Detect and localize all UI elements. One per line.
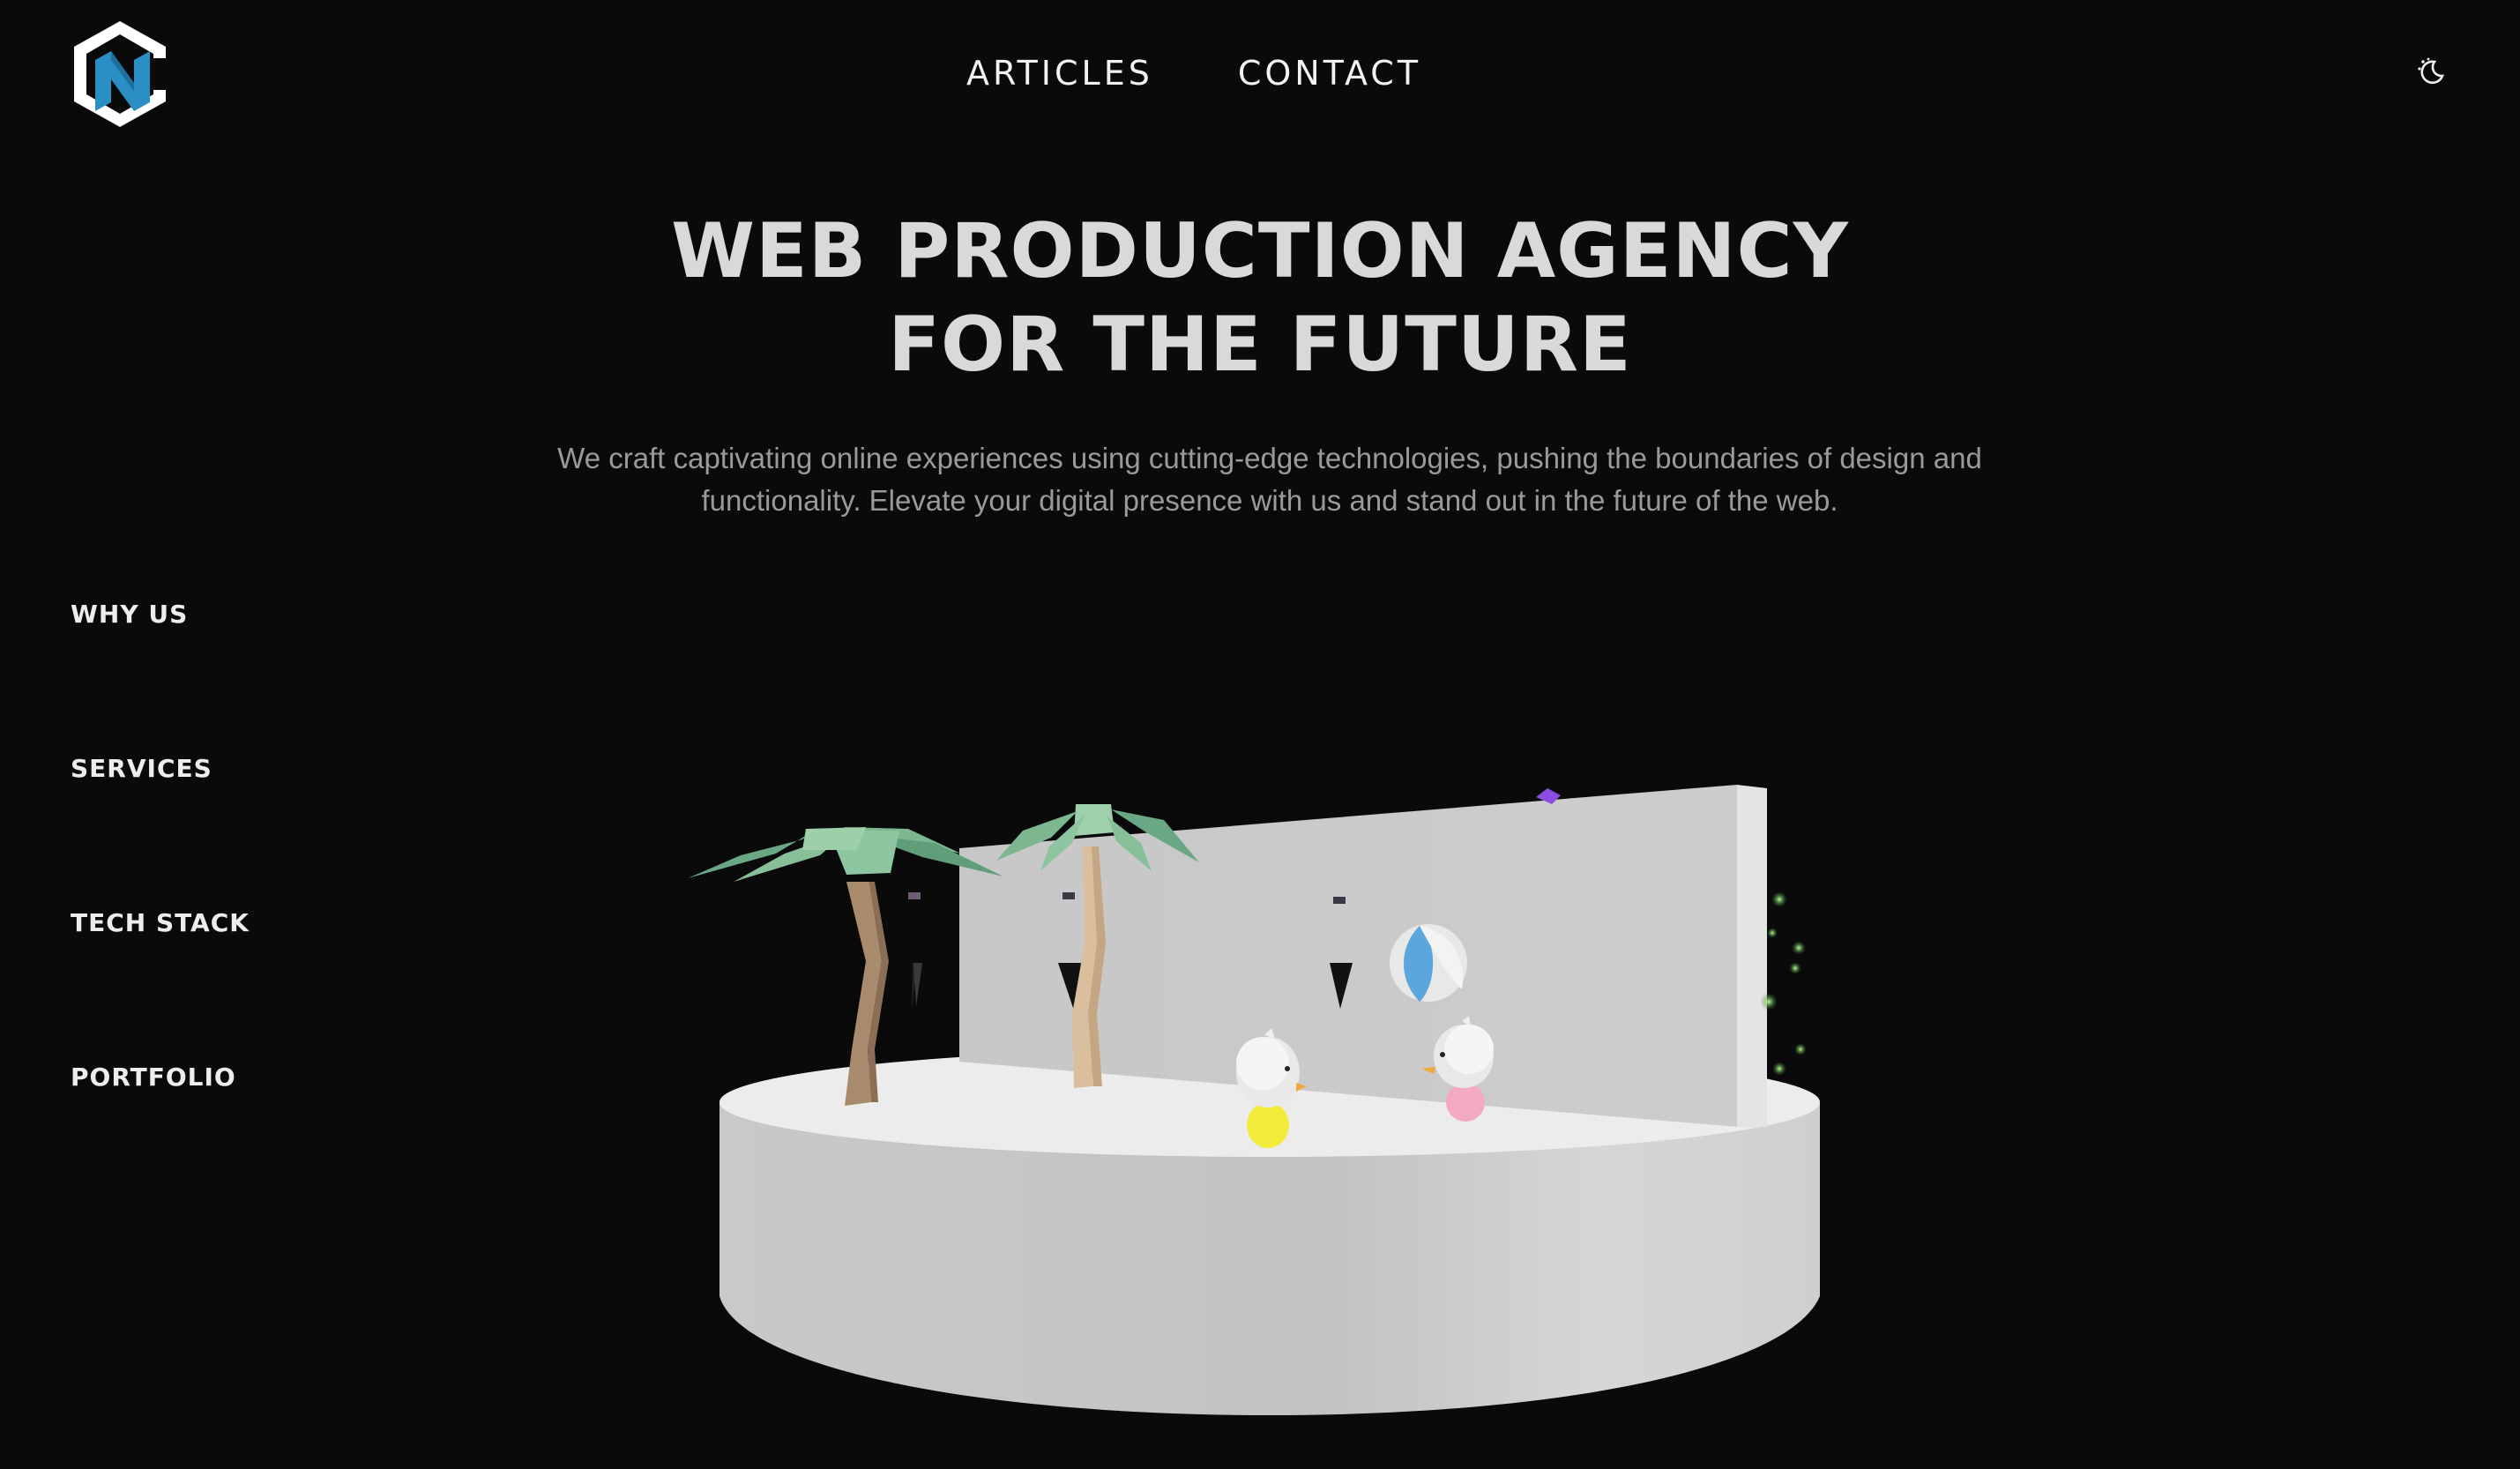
side-nav-portfolio[interactable]: PORTFOLIO	[71, 1063, 250, 1217]
theme-toggle-button[interactable]	[2414, 55, 2449, 90]
3d-scene[interactable]	[670, 758, 1852, 1428]
nav-contact[interactable]: CONTACT	[1238, 49, 1421, 97]
hero-title-line-2: FOR THE FUTURE	[888, 301, 1632, 389]
side-nav-services[interactable]: SERVICES	[71, 754, 250, 908]
hero-subtitle-line-1: We craft captivating online experiences …	[557, 442, 1982, 474]
page: ARTICLES CONTACT WEB PRODUCTION AGENCY F…	[0, 0, 2520, 1469]
hero-title-line-1: WEB PRODUCTION AGENCY	[671, 207, 1849, 295]
hero-title: WEB PRODUCTION AGENCY FOR THE FUTURE	[0, 205, 2520, 391]
side-nav-tech-stack[interactable]: TECH STACK	[71, 908, 250, 1063]
hero-subtitle-line-2: functionality. Elevate your digital pres…	[701, 484, 1838, 517]
beach-ball-icon	[1390, 924, 1467, 1002]
moon-sun-icon	[2418, 57, 2444, 85]
side-nav: WHY US SERVICES TECH STACK PORTFOLIO	[71, 600, 250, 1217]
scene-illustration	[688, 785, 1820, 1415]
side-nav-why-us[interactable]: WHY US	[71, 600, 250, 754]
top-nav: ARTICLES CONTACT	[0, 49, 2520, 97]
hero-subtitle: We craft captivating online experiences …	[494, 437, 2046, 522]
nav-articles[interactable]: ARTICLES	[966, 49, 1153, 97]
